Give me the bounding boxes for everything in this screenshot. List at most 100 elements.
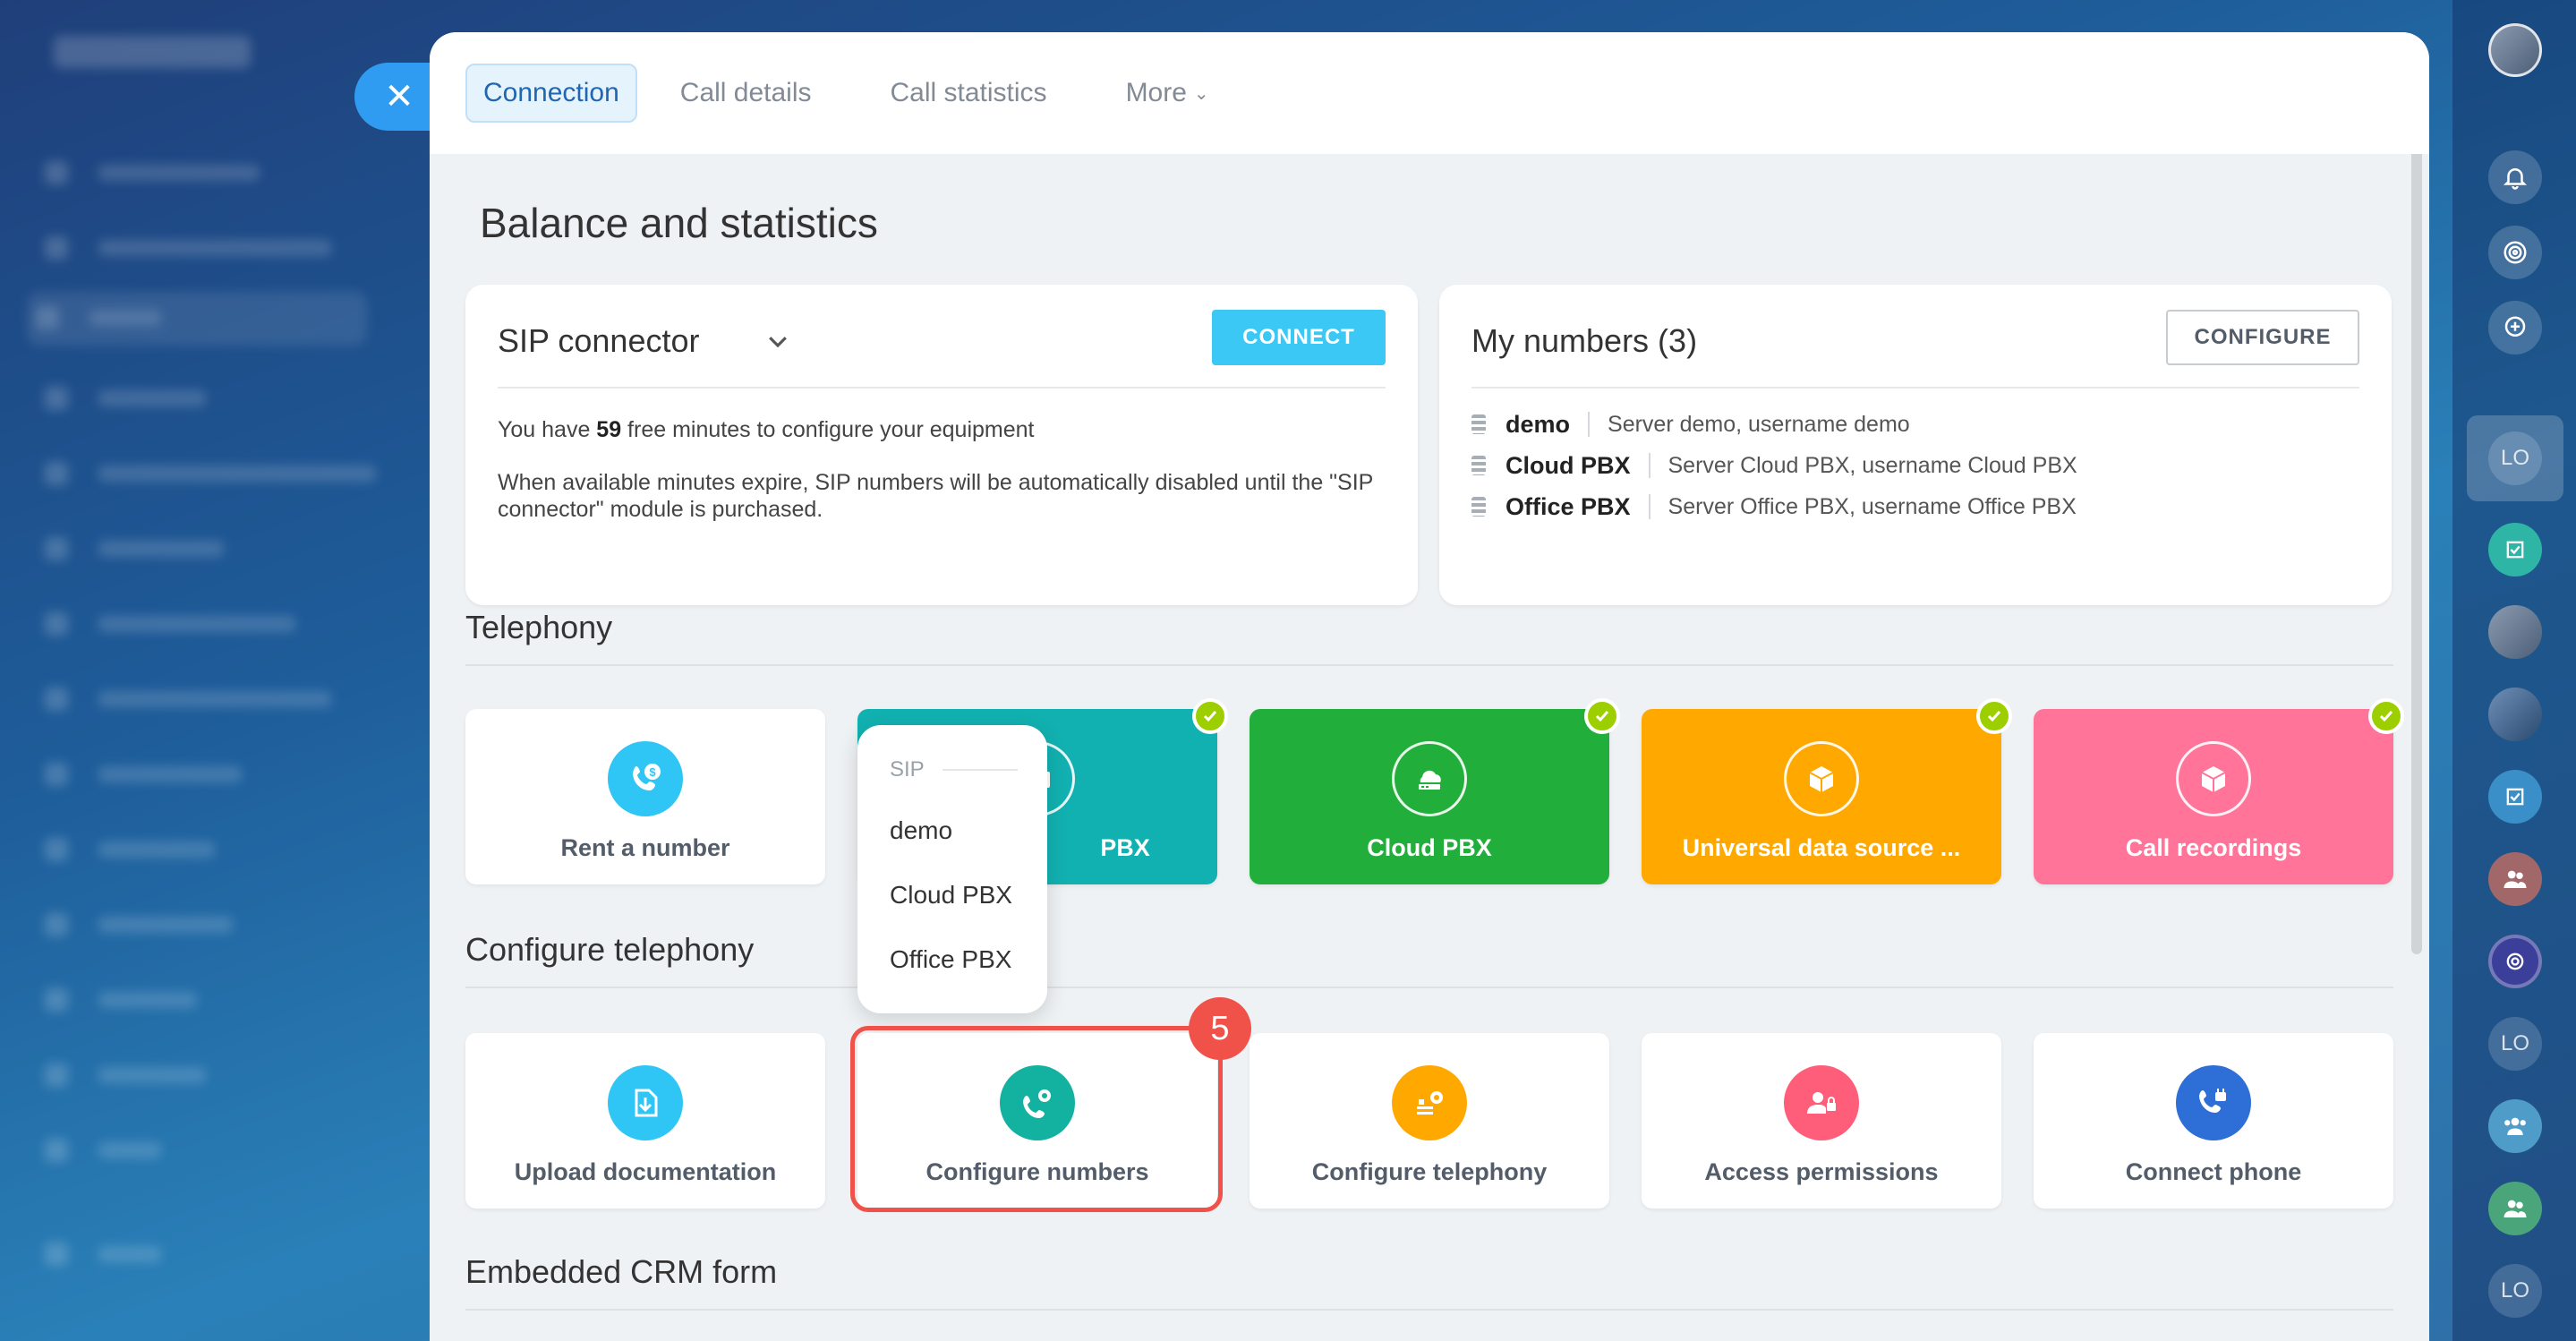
task-icon[interactable] <box>2488 523 2542 577</box>
list-gear-icon <box>1392 1065 1467 1140</box>
background-row <box>36 680 376 716</box>
rail-avatar[interactable] <box>2488 605 2542 659</box>
number-name: Office PBX <box>1506 492 1631 520</box>
checkmark-icon <box>1584 698 1620 734</box>
rail-avatar[interactable] <box>2488 688 2542 741</box>
tile-label: Access permissions <box>1704 1158 1939 1185</box>
server-icon <box>1471 414 1486 434</box>
tile-universal-data-source[interactable]: Universal data source ... <box>1642 698 2012 884</box>
section-divider <box>465 664 2393 666</box>
dropdown-item-office-pbx[interactable]: Office PBX <box>890 945 1011 974</box>
number-description: Server demo, username demo <box>1608 411 1910 437</box>
number-description: Server Cloud PBX, username Cloud PBX <box>1668 452 2077 478</box>
cloud-pbx-icon <box>1392 741 1467 816</box>
close-icon: ✕ <box>384 77 414 116</box>
background-row <box>36 981 376 1017</box>
checkmark-icon <box>1976 698 2012 734</box>
background-row <box>36 756 376 791</box>
target-icon[interactable] <box>2488 226 2542 279</box>
number-name: Cloud PBX <box>1506 451 1631 479</box>
background-sidebar <box>0 0 430 1341</box>
rail-avatar-lo[interactable]: LO <box>2488 431 2542 485</box>
divider <box>498 387 1386 389</box>
checkmark-icon <box>2368 698 2404 734</box>
background-row <box>36 831 376 867</box>
tile-label: Rent a number <box>560 834 730 861</box>
my-numbers-card: My numbers (3) CONFIGURE demo Server dem… <box>1439 285 2392 605</box>
tile-label: Call recordings <box>2125 834 2302 861</box>
chat-search-icon[interactable] <box>2488 301 2542 354</box>
rail-avatar-lo[interactable]: LO <box>2488 1264 2542 1318</box>
svg-text:$: $ <box>649 765 656 779</box>
tile-upload-documentation[interactable]: Upload documentation <box>465 1033 825 1209</box>
background-row <box>36 1056 376 1092</box>
tab-call-statistics[interactable]: Call statistics <box>873 64 1065 123</box>
background-row <box>27 292 367 346</box>
step-highlight-frame <box>850 1026 1223 1212</box>
background-logo <box>54 36 251 68</box>
group-icon[interactable] <box>2488 1099 2542 1153</box>
upload-doc-icon <box>608 1065 683 1140</box>
tab-connection[interactable]: Connection <box>465 64 637 123</box>
sip-notice-text: When available minutes expire, SIP numbe… <box>498 470 1373 522</box>
tab-more[interactable]: More ⌄ <box>1108 64 1227 123</box>
dropdown-item-demo[interactable]: demo <box>890 816 952 845</box>
background-row <box>36 906 376 942</box>
dropdown-item-cloud-pbx[interactable]: Cloud PBX <box>890 881 1012 910</box>
chevron-down-icon[interactable] <box>764 328 800 363</box>
tab-call-details[interactable]: Call details <box>662 64 830 123</box>
sip-connector-card: SIP connector CONNECT You have 59 free m… <box>465 285 1418 605</box>
bell-icon[interactable] <box>2488 150 2542 204</box>
tab-more-label: More <box>1125 78 1187 107</box>
number-row: Office PBX Server Office PBX, username O… <box>1471 489 2077 525</box>
tile-label: Connect phone <box>2125 1158 2302 1185</box>
tile-label: Upload documentation <box>514 1158 777 1185</box>
background-row <box>36 380 376 415</box>
server-icon <box>1471 456 1486 475</box>
tab-bar: Connection Call details Call statistics … <box>430 32 2429 154</box>
configure-button[interactable]: CONFIGURE <box>2166 310 2359 365</box>
dropdown-header: SIP <box>890 757 1018 782</box>
section-title-embedded-crm-form: Embedded CRM form <box>465 1253 778 1290</box>
number-name: demo <box>1506 410 1571 438</box>
tile-label: Configure telephony <box>1311 1158 1548 1185</box>
section-title-telephony: Telephony <box>465 609 613 645</box>
step-badge: 5 <box>1189 997 1251 1060</box>
group-icon[interactable] <box>2488 1182 2542 1235</box>
number-description: Server Office PBX, username Office PBX <box>1668 493 2077 519</box>
rail-avatar-lo[interactable]: LO <box>2488 1017 2542 1071</box>
task-icon[interactable] <box>2488 770 2542 824</box>
chevron-down-icon: ⌄ <box>1193 84 1209 104</box>
tile-access-permissions[interactable]: Access permissions <box>1642 1033 2001 1209</box>
box-icon <box>1784 741 1859 816</box>
free-minutes-count: 59 <box>596 417 622 442</box>
group-icon[interactable] <box>2488 852 2542 906</box>
background-row <box>36 154 376 190</box>
tile-label: Cloud PBX <box>1367 834 1492 861</box>
free-minutes-text: You have 59 free minutes to configure yo… <box>498 417 1035 442</box>
user-avatar[interactable] <box>2488 23 2542 77</box>
number-row: demo Server demo, username demo <box>1471 406 1910 442</box>
server-icon <box>1471 497 1486 517</box>
tile-configure-telephony[interactable]: Configure telephony <box>1250 1033 1609 1209</box>
scrollbar[interactable] <box>2411 59 2422 954</box>
tile-connect-phone[interactable]: Connect phone <box>2034 1033 2393 1209</box>
tile-call-recordings[interactable]: Call recordings <box>2034 698 2404 884</box>
background-row <box>36 605 376 641</box>
connect-button[interactable]: CONNECT <box>1212 310 1386 365</box>
user-lock-icon <box>1784 1065 1859 1140</box>
tile-cloud-pbx[interactable]: Cloud PBX <box>1250 698 1620 884</box>
background-row <box>36 530 376 566</box>
number-row: Cloud PBX Server Cloud PBX, username Clo… <box>1471 448 2077 483</box>
open-channel-icon[interactable] <box>2488 935 2542 988</box>
tile-rent-number[interactable]: $ Rent a number <box>465 709 825 884</box>
tile-label: Universal data source ... <box>1682 834 1961 861</box>
background-row <box>36 455 376 491</box>
section-divider <box>465 1309 2393 1311</box>
sip-connector-title: SIP connector <box>498 322 700 359</box>
right-rail: LO LO LO <box>2452 0 2576 1341</box>
divider <box>1471 387 2359 389</box>
phone-plug-icon <box>2176 1065 2251 1140</box>
box-icon <box>2176 741 2251 816</box>
section-divider <box>465 987 2393 988</box>
